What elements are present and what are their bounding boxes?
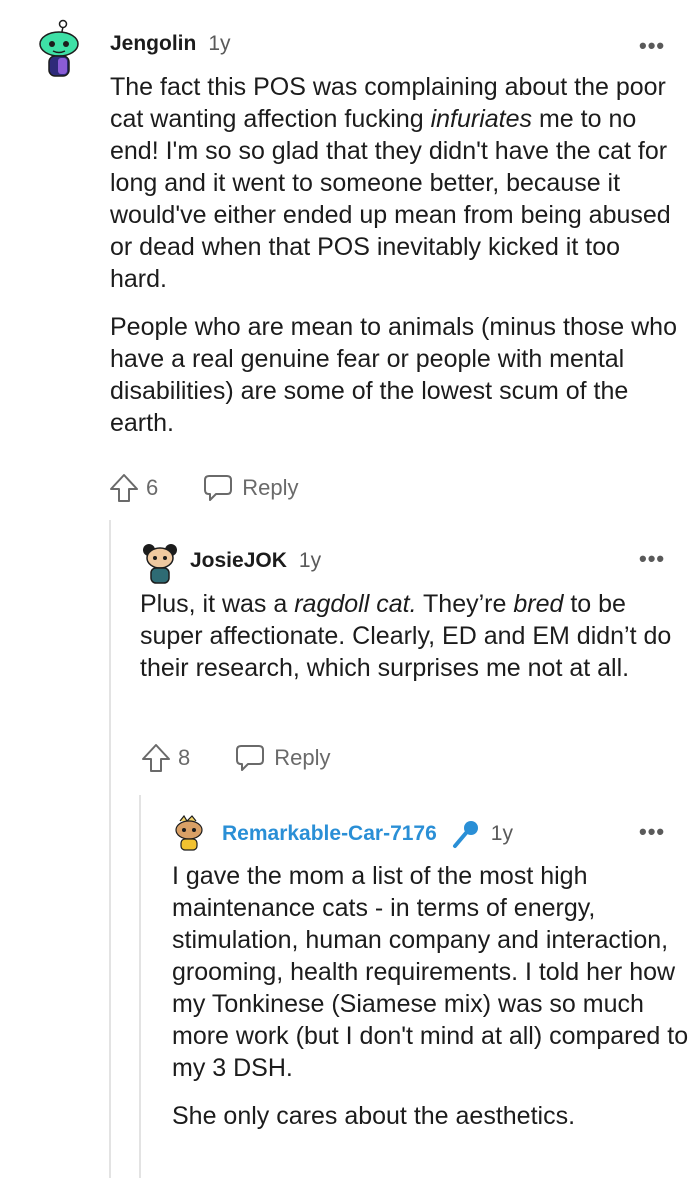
username[interactable]: Jengolin xyxy=(110,32,196,56)
comment-body: I gave the mom a list of the most high m… xyxy=(172,860,692,1132)
reply-icon[interactable] xyxy=(234,742,266,774)
username[interactable]: JosieJOK xyxy=(190,549,287,573)
comment-age: 1y xyxy=(208,32,231,55)
upvote-count: 8 xyxy=(178,745,191,770)
upvote-icon[interactable] xyxy=(140,742,172,774)
reply-button[interactable]: Reply xyxy=(274,745,330,771)
more-options-icon[interactable]: ••• xyxy=(639,33,665,59)
comment-remarkable-car-7176: Remarkable-Car-7176 1y ••• I gave the mo… xyxy=(0,795,700,1178)
snoo-avatar-icon xyxy=(39,19,79,77)
reply-icon[interactable] xyxy=(202,472,234,504)
username-op[interactable]: Remarkable-Car-7176 xyxy=(222,822,437,846)
comment-header: JosieJOK 1y xyxy=(190,549,321,573)
reply-button[interactable]: Reply xyxy=(242,475,298,501)
comment-paragraph: Plus, it was a ragdoll cat. They’re bred… xyxy=(140,590,672,682)
avatar[interactable] xyxy=(172,814,206,851)
comment-age: 1y xyxy=(490,822,513,845)
upvote-icon[interactable] xyxy=(108,472,140,504)
comment-paragraph: I gave the mom a list of the most high m… xyxy=(172,862,689,1082)
comment-header: Jengolin 1y xyxy=(110,32,231,56)
upvote-count: 6 xyxy=(146,475,159,500)
comment-paragraph: People who are mean to animals (minus th… xyxy=(110,313,677,437)
comment-jengolin: Jengolin 1y ••• The fact this POS was co… xyxy=(0,0,700,520)
comment-body: The fact this POS was complaining about … xyxy=(110,71,680,439)
comment-header: Remarkable-Car-7176 1y xyxy=(222,819,513,849)
comment-actions: 6 Reply xyxy=(108,472,299,504)
more-options-icon[interactable]: ••• xyxy=(639,546,665,572)
comment-paragraph: She only cares about the aesthetics. xyxy=(172,1102,576,1130)
more-options-icon[interactable]: ••• xyxy=(639,819,665,845)
snoo-avatar-icon xyxy=(175,814,203,851)
comment-paragraph: The fact this POS was complaining about … xyxy=(110,73,671,293)
comment-age: 1y xyxy=(298,549,322,572)
comment-josiejok: JosieJOK 1y ••• Plus, it was a ragdoll c… xyxy=(0,520,700,795)
avatar[interactable] xyxy=(140,540,180,584)
snoo-avatar-icon xyxy=(143,544,177,584)
comment-body: Plus, it was a ragdoll cat. They’re bred… xyxy=(140,588,685,684)
microphone-icon xyxy=(451,819,481,849)
avatar[interactable] xyxy=(34,18,84,77)
comment-actions: 8 Reply xyxy=(140,742,331,774)
